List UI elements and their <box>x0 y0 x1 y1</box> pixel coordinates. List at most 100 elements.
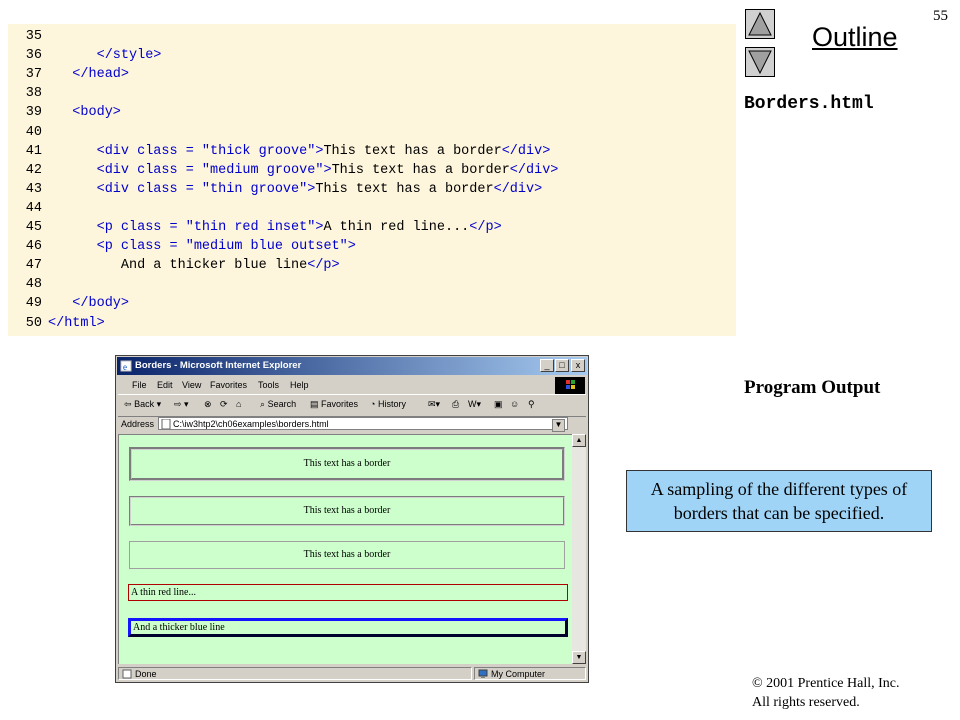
code-tag: </body> <box>72 296 130 312</box>
code-tag: </head> <box>72 67 130 83</box>
ie-page-icon: e <box>120 360 132 372</box>
edit-icon[interactable]: W▾ <box>468 399 481 413</box>
thick-groove-box: This text has a border <box>129 447 565 481</box>
arrow-up-icon <box>748 11 772 36</box>
medium-blue-outset-paragraph: And a thicker blue line <box>128 618 568 637</box>
line-number: 46 <box>25 239 42 255</box>
code-tag: <div class = <box>96 143 202 159</box>
minimize-button[interactable]: _ <box>540 359 554 372</box>
svg-text:e: e <box>123 362 127 372</box>
status-left-section: Done <box>118 667 472 680</box>
code-line: 49 </body> <box>8 294 736 313</box>
line-number: 37 <box>25 67 42 83</box>
line-number: 45 <box>25 220 42 235</box>
code-text: </html> <box>48 314 105 333</box>
menu-edit[interactable]: Edit <box>157 380 173 390</box>
code-tag: <div class = <box>96 162 202 178</box>
file-name: Borders.html <box>744 94 874 114</box>
previous-slide-button[interactable] <box>745 9 775 39</box>
status-text: Done <box>135 669 157 679</box>
line-number: 49 <box>25 296 42 312</box>
scroll-down-button[interactable]: ▼ <box>572 651 586 664</box>
code-text: <div class = "thick groove">This text ha… <box>97 142 551 161</box>
menu-file[interactable]: File <box>132 380 147 390</box>
code-line: 36 </style> <box>8 46 736 65</box>
zone-text: My Computer <box>491 669 546 679</box>
callout-box: A sampling of the different types of bor… <box>626 470 932 532</box>
outline-link[interactable]: Outline <box>812 22 898 53</box>
favorites-label: Favorites <box>321 399 359 409</box>
back-label: Back <box>134 399 155 409</box>
page-number: 55 <box>933 8 948 24</box>
code-tag: </style> <box>96 48 162 64</box>
messenger-icon[interactable]: ☺ <box>510 399 519 413</box>
refresh-icon[interactable]: ⟳ <box>220 399 228 413</box>
vertical-scrollbar[interactable]: ▲ ▼ <box>572 434 586 664</box>
code-listing: 35 36 </style> 37 </head> 38 39 <body> 40 41 <div … <box>8 24 736 336</box>
back-button[interactable]: ⇦ Back ▾ <box>124 399 161 413</box>
history-icon: ◔ <box>370 399 376 409</box>
research-icon[interactable]: ⚲ <box>528 399 535 413</box>
menu-help[interactable]: Help <box>290 380 309 390</box>
menu-bar: File Edit View Favorites Tools Help <box>118 377 548 394</box>
line-number: 50 <box>25 315 42 331</box>
home-icon[interactable]: ⌂ <box>236 399 241 413</box>
copyright-line-2: All rights reserved. <box>752 695 860 710</box>
menu-tools[interactable]: Tools <box>258 380 279 390</box>
copyright-line-1: © 2001 Prentice Hall, Inc. <box>752 676 900 691</box>
browser-window: e Borders - Microsoft Internet Explorer … <box>115 355 589 683</box>
favorites-button[interactable]: ▤ Favorites <box>310 399 358 413</box>
next-slide-button[interactable] <box>745 47 775 77</box>
history-label: History <box>377 399 406 409</box>
menu-favorites[interactable]: Favorites <box>210 380 247 390</box>
code-string: "medium blue outset" <box>185 239 348 255</box>
code-text: <p class = "thin red inset">A thin red l… <box>97 218 502 237</box>
code-plain: This text has a border <box>331 162 510 178</box>
status-bar: Done My Computer <box>118 666 586 682</box>
menu-view[interactable]: View <box>182 380 201 390</box>
code-string: "medium groove" <box>201 162 324 178</box>
code-tag: </html> <box>48 315 105 331</box>
code-plain: This text has a border <box>315 181 494 197</box>
windows-logo-icon <box>566 380 575 389</box>
favorites-icon: ▤ <box>310 399 319 409</box>
code-line: 40 <box>8 123 736 142</box>
title-bar: e Borders - Microsoft Internet Explorer … <box>117 357 587 375</box>
search-button[interactable]: ⌕ Search <box>260 399 296 413</box>
code-tag: <body> <box>72 105 121 121</box>
code-line: 41 <div class = "thick groove">This text … <box>8 142 736 161</box>
scroll-up-button[interactable]: ▲ <box>572 434 586 447</box>
code-text: And a thicker blue line</p> <box>121 256 340 275</box>
forward-button[interactable]: ⇨ ▾ <box>174 399 189 413</box>
discuss-icon[interactable]: ▣ <box>494 399 503 413</box>
ie-logo <box>555 377 585 394</box>
code-text: <div class = "medium groove">This text h… <box>97 161 559 180</box>
close-button[interactable]: x <box>571 359 585 372</box>
medium-groove-box: This text has a border <box>129 496 565 526</box>
code-line: 45 <p class = "thin red inset">A thin red… <box>8 218 736 237</box>
code-line: 39 <body> <box>8 103 736 122</box>
code-line: 38 <box>8 84 736 103</box>
code-plain: This text has a border <box>323 143 502 159</box>
line-number: 41 <box>25 143 42 159</box>
mail-icon[interactable]: ✉▾ <box>428 399 440 413</box>
code-tag: <p class = <box>96 239 186 255</box>
code-string: "thin groove" <box>201 181 308 197</box>
search-icon: ⌕ <box>260 399 266 409</box>
code-line: 46 <p class = "medium blue outset"> <box>8 237 736 256</box>
address-input[interactable]: C:\iw3htp2\ch06examples\borders.html ▼ <box>158 417 568 432</box>
maximize-button[interactable]: □ <box>555 359 569 372</box>
code-line: 35 <box>8 27 736 46</box>
status-zone-section: My Computer <box>474 667 586 680</box>
stop-icon[interactable]: ⊗ <box>204 399 212 413</box>
arrow-down-icon <box>748 50 772 75</box>
address-dropdown-button[interactable]: ▼ <box>552 419 565 432</box>
code-tag: </p> <box>307 258 340 274</box>
history-button[interactable]: ◔ History <box>370 399 406 413</box>
line-number: 38 <box>25 86 42 102</box>
address-label: Address <box>121 419 155 429</box>
code-line: 50 </html> <box>8 314 736 333</box>
print-icon[interactable]: ⎙ <box>452 399 459 413</box>
address-bar: Address C:\iw3htp2\ch06examples\borders.… <box>118 416 586 432</box>
code-text: <p class = "medium blue outset"> <box>97 237 356 256</box>
